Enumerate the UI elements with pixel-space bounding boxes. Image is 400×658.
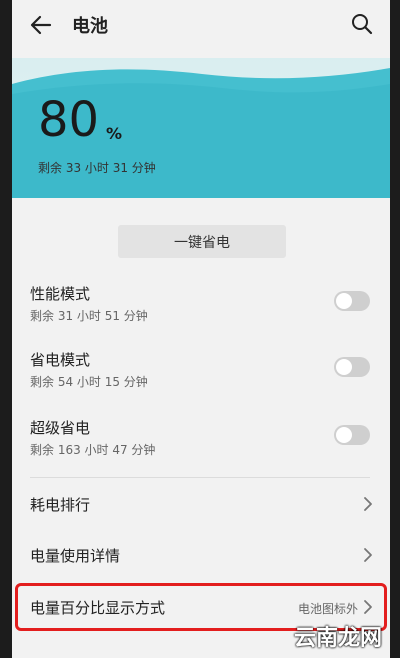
toggle-knob (336, 293, 352, 309)
chevron-right-icon (362, 599, 374, 615)
mode-subtitle: 剩余 163 小时 47 分钟 (30, 443, 156, 457)
mode-row-performance[interactable]: 性能模式 剩余 31 小时 51 分钟 (12, 283, 390, 343)
mode-subtitle: 剩余 31 小时 51 分钟 (30, 309, 148, 323)
battery-settings-screen: 电池 80 % 剩余 33 小时 31 分钟 一键省电 性能模式 剩余 31 小… (12, 0, 390, 658)
toggle-knob (336, 427, 352, 443)
top-bar: 电池 (12, 0, 390, 52)
mode-title: 超级省电 (30, 419, 91, 437)
mode-subtitle: 剩余 54 小时 15 分钟 (30, 375, 148, 389)
list-item-usage-details[interactable]: 电量使用详情 (12, 533, 390, 577)
battery-percent-sign: % (106, 124, 123, 143)
list-item-label: 电量使用详情 (30, 547, 121, 565)
battery-level-card: 80 % 剩余 33 小时 31 分钟 (12, 58, 390, 198)
chevron-right-icon (362, 496, 374, 512)
mode-title: 性能模式 (30, 285, 91, 303)
list-item-label: 耗电排行 (30, 496, 91, 514)
battery-remaining-time: 剩余 33 小时 31 分钟 (38, 161, 156, 175)
chevron-right-icon (362, 547, 374, 563)
page-title: 电池 (72, 16, 108, 37)
mode-row-super-saving[interactable]: 超级省电 剩余 163 小时 47 分钟 (12, 417, 390, 477)
section-divider (30, 477, 370, 478)
watermark: 云南龙网 (293, 626, 382, 651)
power-saving-mode-toggle[interactable] (334, 357, 370, 377)
list-item-label: 电量百分比显示方式 (30, 599, 166, 617)
mode-title: 省电模式 (30, 351, 91, 369)
mode-row-power-saving[interactable]: 省电模式 剩余 54 小时 15 分钟 (12, 349, 390, 409)
toggle-knob (336, 359, 352, 375)
battery-percent-value: 80 (38, 92, 100, 148)
back-arrow-icon[interactable] (28, 12, 54, 38)
list-item-value: 电池图标外 (297, 602, 358, 616)
performance-mode-toggle[interactable] (334, 291, 370, 311)
search-icon[interactable] (350, 12, 374, 36)
one-key-power-save-button[interactable]: 一键省电 (118, 225, 286, 258)
super-saving-mode-toggle[interactable] (334, 425, 370, 445)
list-item-power-ranking[interactable]: 耗电排行 (12, 482, 390, 526)
